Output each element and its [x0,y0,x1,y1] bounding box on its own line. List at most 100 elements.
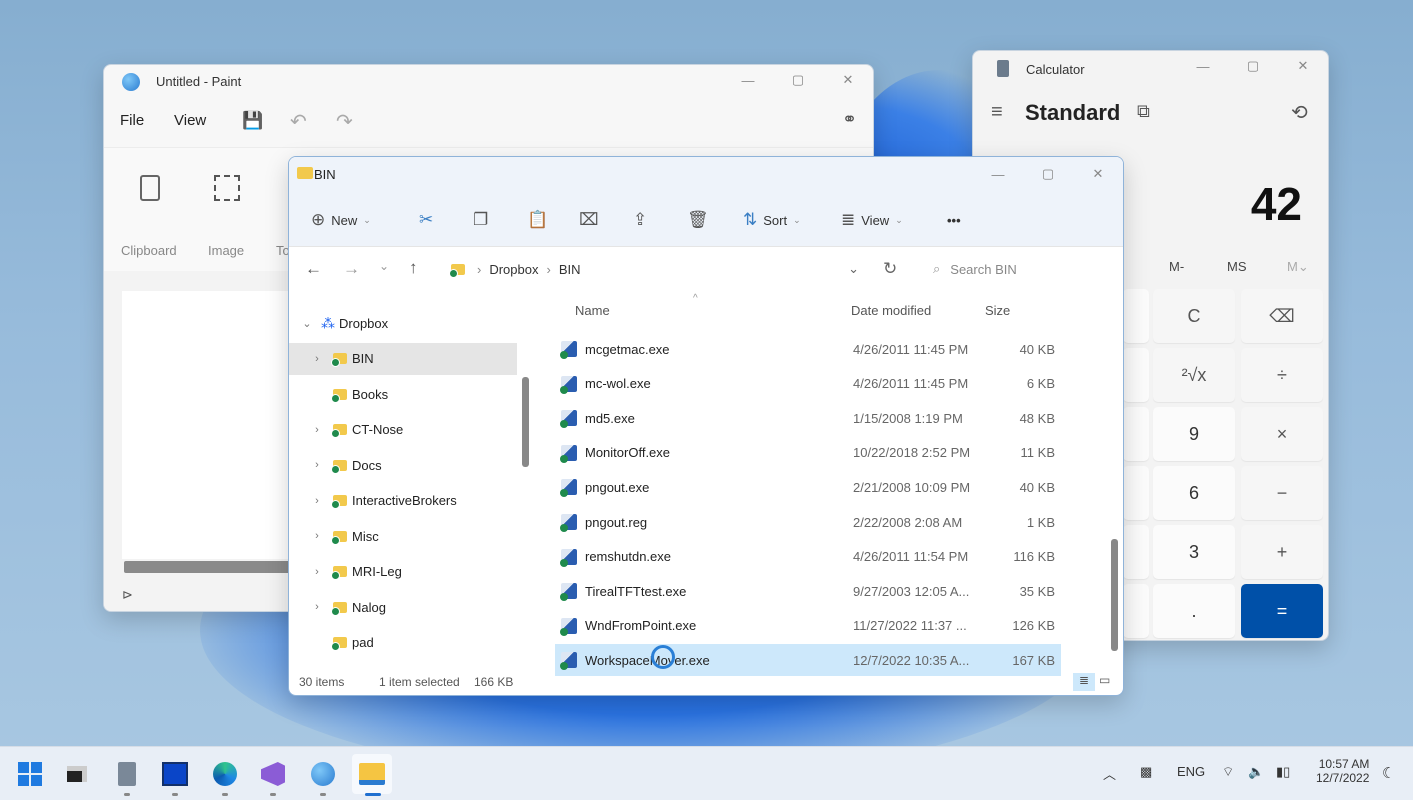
paste-button[interactable]: 📋 [527,207,548,233]
column-header-name[interactable]: Name [575,303,610,318]
file-row[interactable]: mcgetmac.exe 4/26/2011 11:45 PM 40 KB [555,333,1061,365]
visual-studio-taskbar-icon[interactable] [258,759,288,789]
chevron-right-icon[interactable]: › [309,353,325,365]
calc-key[interactable]: × [1241,407,1323,461]
calc-key-partial[interactable] [1123,584,1149,638]
battery-icon[interactable]: ▮▯ [1276,764,1290,780]
horizontal-scrollbar[interactable] [124,561,294,573]
nav-item[interactable]: › Misc [289,520,517,552]
memory-store[interactable]: MS [1227,259,1247,274]
canvas[interactable] [122,291,302,559]
language-indicator[interactable]: ENG [1177,764,1205,779]
calc-key[interactable]: = [1241,584,1323,638]
file-explorer-window[interactable]: BIN — ▢ ✕ ⊕ New ⌄ ✂ ❐ 📋 ⌧ ⇪ 🗑 ⇅ Sort ⌄ ≣ View… [288,156,1124,696]
minimize-button[interactable]: — [1178,51,1228,81]
breadcrumb-dropbox[interactable]: Dropbox [489,262,538,277]
file-row[interactable]: MonitorOff.exe 10/22/2018 2:52 PM 11 KB [555,437,1061,469]
calc-key[interactable]: C [1153,289,1235,343]
minimize-button[interactable]: — [973,159,1023,189]
nav-item[interactable]: ⌄ ⁂ Dropbox [289,307,517,339]
column-header-date[interactable]: Date modified [851,303,931,318]
menu-file[interactable]: File [120,112,144,129]
nav-scrollbar-thumb[interactable] [522,377,529,467]
minimize-button[interactable]: — [723,65,773,95]
nav-item[interactable]: › CT-Nose [289,414,517,446]
share-button[interactable]: ⇪ [633,207,647,233]
calc-key[interactable]: ²√x [1153,348,1235,402]
file-list-scrollbar-thumb[interactable] [1111,539,1118,651]
focus-assist-moon-icon[interactable]: ☾ [1382,764,1395,782]
file-row[interactable]: pngout.reg 2/22/2008 2:08 AM 1 KB [555,506,1061,538]
maximize-button[interactable]: ▢ [1023,159,1073,189]
memory-subtract[interactable]: M- [1169,259,1184,274]
chevron-right-icon[interactable]: › [309,566,325,578]
undo-icon[interactable]: ↶ [290,109,307,134]
tray-app-icon[interactable]: ▩ [1140,764,1152,780]
redo-icon[interactable]: ↷ [336,109,353,134]
keep-on-top-icon[interactable]: ⧉ [1137,101,1150,122]
file-row[interactable]: remshutdn.exe 4/26/2011 11:54 PM 116 KB [555,541,1061,573]
select-icon[interactable] [214,175,240,201]
chevron-right-icon[interactable]: › [309,530,325,542]
file-row[interactable]: TirealTFTtest.exe 9/27/2003 12:05 A... 35 … [555,575,1061,607]
sort-button[interactable]: ⇅ Sort ⌄ [743,207,801,233]
paint-taskbar-icon[interactable] [308,759,338,789]
maximize-button[interactable]: ▢ [1228,51,1278,81]
file-row[interactable]: md5.exe 1/15/2008 1:19 PM 48 KB [555,402,1061,434]
new-button[interactable]: ⊕ New ⌄ [311,207,371,233]
nav-item[interactable]: Books [289,378,517,410]
cut-button[interactable]: ✂ [419,207,433,233]
nav-item[interactable]: pad [289,627,517,659]
hamburger-menu-icon[interactable]: ≡ [991,101,1003,124]
memory-list[interactable]: M⌄ [1287,259,1309,275]
save-icon[interactable]: 💾 [242,111,263,131]
history-icon[interactable]: ⟲ [1291,100,1308,125]
calc-key-partial[interactable] [1123,348,1149,402]
back-button[interactable]: ← [305,259,322,279]
calc-key-partial[interactable] [1123,525,1149,579]
file-row[interactable]: pngout.exe 2/21/2008 10:09 PM 40 KB [555,471,1061,503]
close-button[interactable]: ✕ [823,65,873,95]
chevron-right-icon[interactable]: › [309,495,325,507]
menu-view[interactable]: View [174,112,206,129]
calc-key[interactable]: 9 [1153,407,1235,461]
delete-button[interactable]: 🗑 [687,207,709,233]
forward-button[interactable]: → [343,259,360,279]
recent-locations-button[interactable]: ⌄ [379,259,389,273]
file-explorer-taskbar-icon[interactable] [352,754,392,794]
edge-taskbar-icon[interactable] [210,759,240,789]
screen-app-taskbar-icon[interactable] [160,759,190,789]
wifi-icon[interactable]: ⌔ [1222,764,1234,780]
breadcrumb-bin[interactable]: BIN [559,262,581,277]
copy-button[interactable]: ❐ [473,207,488,233]
show-hidden-icons-icon[interactable]: ︿ [1103,764,1116,783]
nav-item[interactable]: › Nalog [289,591,517,623]
share-icon[interactable]: ⚭ [842,109,857,130]
calc-key-partial[interactable] [1123,407,1149,461]
calc-key-partial[interactable] [1123,289,1149,343]
maximize-button[interactable]: ▢ [773,65,823,95]
start-icon[interactable] [15,759,45,789]
chevron-down-icon[interactable]: ⌄ [299,317,315,330]
calc-key[interactable]: ÷ [1241,348,1323,402]
volume-icon[interactable]: 🔈 [1248,764,1264,780]
chevron-right-icon[interactable]: › [309,424,325,436]
chevron-right-icon[interactable]: › [309,601,325,613]
calc-key[interactable]: ⌫ [1241,289,1323,343]
nav-item[interactable]: › InteractiveBrokers [289,485,517,517]
calc-key[interactable]: + [1241,525,1323,579]
address-bar[interactable]: › Dropbox › BIN ⌄ [441,253,871,285]
search-box[interactable]: ⌕ Search BIN [921,253,1115,285]
nav-item[interactable]: › BIN [289,342,517,375]
clock[interactable]: 10:57 AM 12/7/2022 [1316,757,1369,785]
refresh-button[interactable]: ↻ [883,259,897,279]
up-button[interactable]: ↑ [409,258,418,278]
task-view-icon[interactable] [62,759,92,789]
rename-button[interactable]: ⌧ [579,207,599,233]
file-row[interactable]: mc-wol.exe 4/26/2011 11:45 PM 6 KB [555,368,1061,400]
nav-item[interactable]: › Docs [289,449,517,481]
tiles-view-icon[interactable]: ▭ [1099,673,1110,687]
view-button[interactable]: ≣ View ⌄ [841,207,903,233]
clipboard-icon[interactable] [140,175,160,201]
file-row[interactable]: WndFromPoint.exe 11/27/2022 11:37 ... 126 … [555,610,1061,642]
